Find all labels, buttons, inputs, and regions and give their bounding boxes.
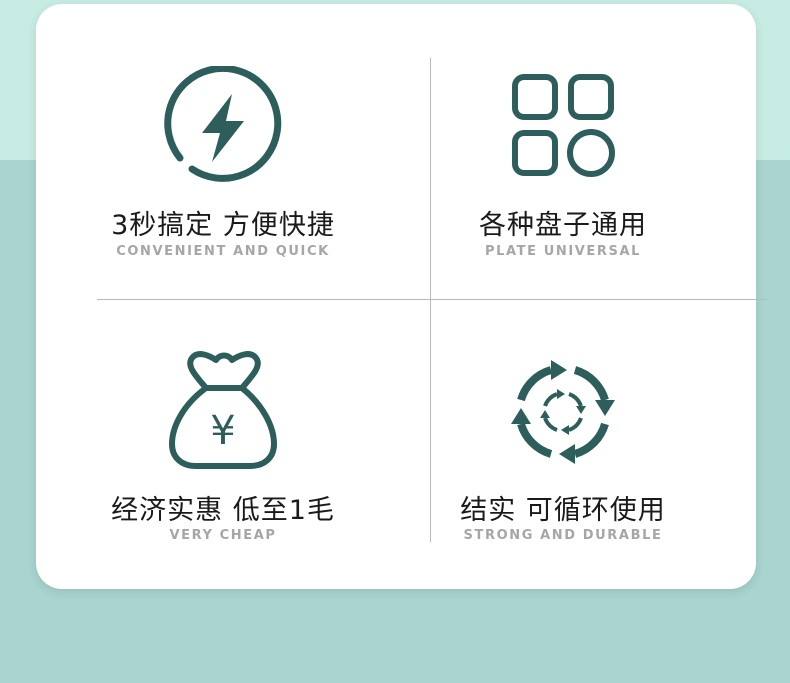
- horizontal-divider: [97, 299, 767, 300]
- feature-title: 结实 可循环使用: [460, 495, 666, 526]
- feature-title: 各种盘子通用: [479, 210, 647, 241]
- feature-subtitle: STRONG AND DURABLE: [463, 528, 663, 543]
- money-bag-icon: ¥: [169, 351, 277, 469]
- feature-title: 经济实惠 低至1毛: [111, 495, 335, 526]
- feature-subtitle: VERY CHEAP: [169, 528, 277, 543]
- yen-symbol: ¥: [210, 408, 235, 454]
- grid-squares-icon: [512, 74, 615, 177]
- feature-subtitle: CONVENIENT AND QUICK: [116, 244, 330, 259]
- vertical-divider: [430, 58, 431, 542]
- feature-subtitle: PLATE UNIVERSAL: [484, 244, 642, 259]
- feature-title: 3秒搞定 方便快捷: [111, 210, 335, 241]
- lightning-circle-icon: [164, 66, 282, 182]
- recycle-arrows-icon: [511, 360, 615, 464]
